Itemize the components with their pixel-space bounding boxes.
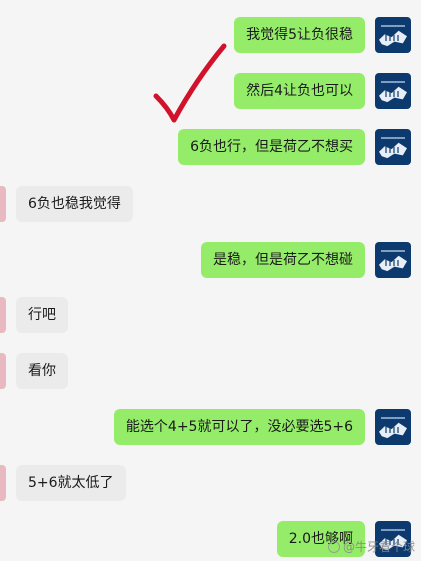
outgoing-message-bubble[interactable]: 是稳，但是荷乙不想碰: [201, 242, 365, 278]
contact-avatar-edge[interactable]: [0, 353, 6, 389]
incoming-message-bubble[interactable]: 行吧: [16, 297, 68, 333]
outgoing-message-bubble[interactable]: 然后4让负也可以: [234, 73, 365, 109]
watermark-text: @牛牙看个球: [342, 540, 415, 554]
message-row: 行吧: [0, 297, 421, 333]
incoming-message-bubble[interactable]: 5+6就太低了: [16, 465, 126, 501]
user-avatar-icon[interactable]: [375, 73, 411, 109]
user-avatar-icon[interactable]: [375, 129, 411, 165]
user-avatar-icon[interactable]: [375, 242, 411, 278]
weibo-logo-icon: [327, 540, 340, 553]
weibo-watermark: @牛牙看个球: [327, 538, 415, 555]
outgoing-message-bubble[interactable]: 我觉得5让负很稳: [234, 17, 365, 53]
user-avatar-icon[interactable]: [375, 17, 411, 53]
message-row: 看你: [0, 353, 421, 389]
contact-avatar-edge[interactable]: [0, 297, 6, 333]
incoming-message-bubble[interactable]: 6负也稳我觉得: [16, 186, 133, 222]
message-row: 6负也稳我觉得: [0, 186, 421, 222]
message-row: 是稳，但是荷乙不想碰: [0, 242, 421, 278]
red-checkmark-icon: [153, 43, 227, 123]
contact-avatar-edge[interactable]: [0, 465, 6, 501]
message-row: 5+6就太低了: [0, 465, 421, 501]
contact-avatar-edge[interactable]: [0, 186, 6, 222]
chat-conversation: 我觉得5让负很稳 然后4让负也可以 6负也行，但是荷乙不想买 6负也稳我觉得 是…: [0, 0, 421, 561]
message-row: 能选个4+5就可以了，没必要选5+6: [0, 409, 421, 445]
outgoing-message-bubble[interactable]: 能选个4+5就可以了，没必要选5+6: [113, 409, 365, 445]
user-avatar-icon[interactable]: [375, 409, 411, 445]
incoming-message-bubble[interactable]: 看你: [16, 353, 68, 389]
